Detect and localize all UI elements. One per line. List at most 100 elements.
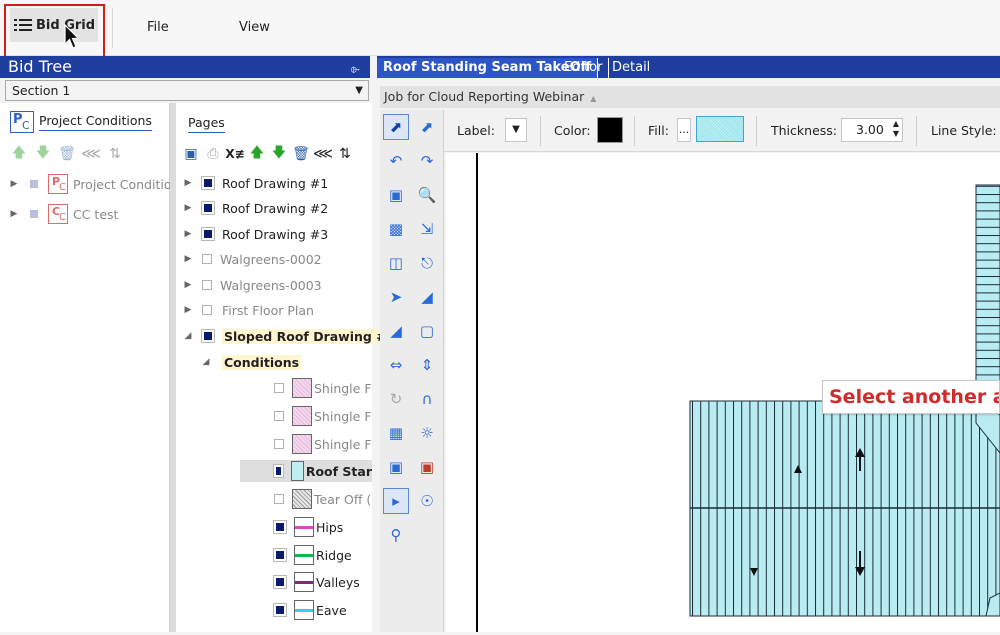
layers-icon[interactable]: ▩ [383, 216, 409, 242]
condition-row[interactable]: Valleys [266, 571, 360, 593]
condition-row[interactable]: Shingle F [266, 405, 372, 427]
fit-page-icon[interactable]: ▣ [383, 182, 409, 208]
list-item[interactable]: ▶ CC CC test [8, 203, 118, 225]
tab-detail[interactable]: Detail [606, 58, 656, 78]
image-icon[interactable]: ▦ [383, 420, 409, 446]
excel-icon[interactable]: X≢ [225, 145, 244, 163]
remove-shape-icon[interactable]: ▣ [414, 454, 440, 480]
color-swatch[interactable] [597, 117, 623, 143]
fill-dots-button[interactable]: ... [677, 118, 691, 142]
condition-row[interactable]: Tear Off ( [266, 488, 371, 510]
page-row-6[interactable]: ▶ First Floor Plan [182, 299, 314, 321]
tab-editor[interactable]: Editor [558, 58, 610, 78]
checkbox[interactable] [273, 603, 287, 617]
delete-icon[interactable]: 🗑 [58, 145, 76, 163]
move-down-icon[interactable]: 🡇 [34, 145, 52, 163]
checkbox[interactable] [202, 305, 212, 315]
condition-row[interactable]: Ridge [266, 544, 352, 566]
insert-point-icon[interactable]: ▸ [383, 488, 409, 514]
condition-row[interactable]: Eave [266, 599, 347, 621]
sort-icon[interactable]: ⇅ [106, 145, 124, 163]
comment-icon[interactable]: ◫ [383, 250, 409, 276]
conditions-node[interactable]: ◢ Conditions [200, 351, 302, 373]
page-row-5[interactable]: ▶ Walgreens-0003 [182, 274, 322, 296]
slope-tool-icon[interactable]: ◢ [383, 318, 409, 344]
pages-header[interactable]: Pages [188, 115, 225, 133]
dropdown-arrow-icon[interactable]: ▲ [590, 94, 596, 103]
page-view-icon[interactable]: ▣ [182, 145, 200, 163]
thickness-stepper[interactable]: 3.00 ▲ ▼ [841, 118, 903, 142]
tree-icon[interactable]: ⋘ [313, 145, 333, 163]
tag-icon[interactable]: ➤ [383, 284, 409, 310]
checkbox[interactable] [274, 439, 284, 449]
globe-icon[interactable]: ☼ [414, 420, 440, 446]
expand-icon[interactable]: ⇲ [414, 216, 440, 242]
checkbox[interactable] [30, 180, 38, 188]
view-menu[interactable]: View [239, 20, 270, 35]
page-row-2[interactable]: ▶ Roof Drawing #2 [182, 197, 329, 219]
add-shape-icon[interactable]: ▣ [383, 454, 409, 480]
checkbox[interactable] [202, 280, 212, 290]
move-up-icon[interactable]: 🡅 [10, 145, 28, 163]
checkbox[interactable] [274, 411, 284, 421]
checkbox[interactable] [273, 464, 284, 478]
stepper-arrows-icon[interactable]: ▲ ▼ [893, 119, 899, 139]
nodes-icon[interactable]: ☉ [414, 488, 440, 514]
condition-row[interactable]: Hips [266, 516, 343, 538]
expand-icon[interactable]: ▶ [182, 178, 194, 188]
list-item[interactable]: ▶ PC Project Conditio [8, 173, 171, 195]
rectangle-tool-icon[interactable]: ▢ [414, 318, 440, 344]
checkbox[interactable] [274, 494, 284, 504]
expand-icon[interactable]: ▶ [182, 254, 194, 264]
condition-row[interactable]: Shingle F [266, 377, 372, 399]
expand-icon[interactable]: ▶ [8, 179, 20, 189]
condition-row[interactable]: Shingle F [266, 433, 372, 455]
split-vertical-icon[interactable]: ⇕ [414, 352, 440, 378]
rotate-icon[interactable]: ↻ [383, 386, 409, 412]
label-dropdown[interactable]: ▼ [505, 118, 527, 142]
section-dropdown[interactable]: Section 1 ▼ [5, 80, 369, 101]
area-tool-icon[interactable]: ◢ [414, 284, 440, 310]
zoom-icon[interactable]: 🔍 [414, 182, 440, 208]
checkbox[interactable] [30, 210, 38, 218]
checkbox[interactable] [201, 201, 215, 215]
expand-icon[interactable]: ▶ [182, 229, 194, 239]
print-icon[interactable]: ⎙ [204, 145, 222, 163]
split-horizontal-icon[interactable]: ⇔ [383, 352, 409, 378]
expand-icon[interactable]: ▶ [8, 209, 20, 219]
pin-icon[interactable]: ⌱ [351, 58, 360, 80]
move-down-icon[interactable]: 🡇 [270, 145, 288, 163]
collapse-icon[interactable]: ◢ [182, 331, 194, 341]
tree-icon[interactable]: ⋘ [81, 145, 101, 163]
select-node-icon[interactable]: ⬈ [414, 114, 440, 140]
delete-icon[interactable]: 🗑 [292, 145, 310, 163]
arc-tool-icon[interactable]: ∩ [414, 386, 440, 412]
checkbox[interactable] [274, 383, 284, 393]
page-row-1[interactable]: ▶ Roof Drawing #1 [182, 172, 329, 194]
select-arrow-icon[interactable]: ⬈ [383, 114, 409, 140]
page-row-4[interactable]: ▶ Walgreens-0002 [182, 248, 322, 270]
condition-row-selected[interactable]: Roof Star [240, 460, 372, 482]
checkbox[interactable] [273, 548, 287, 562]
search-icon[interactable]: ⚲ [383, 522, 409, 548]
checkbox[interactable] [273, 575, 287, 589]
checkbox[interactable] [201, 176, 215, 190]
expand-icon[interactable]: ▶ [182, 280, 194, 290]
page-row-7[interactable]: ◢ Sloped Roof Drawing # [182, 325, 389, 347]
checkbox[interactable] [201, 227, 215, 241]
collapse-icon[interactable]: ◢ [200, 357, 212, 367]
redo-icon[interactable]: ↷ [414, 148, 440, 174]
fill-swatch[interactable] [696, 116, 744, 142]
stamp-icon[interactable]: ⎋ [414, 250, 440, 276]
page-row-3[interactable]: ▶ Roof Drawing #3 [182, 223, 329, 245]
project-conditions-header[interactable]: PC Project Conditions [10, 111, 152, 133]
checkbox[interactable] [202, 254, 212, 264]
undo-icon[interactable]: ↶ [383, 148, 409, 174]
file-menu[interactable]: File [147, 20, 169, 35]
expand-icon[interactable]: ▶ [182, 203, 194, 213]
checkbox[interactable] [201, 329, 215, 343]
checkbox[interactable] [273, 520, 287, 534]
move-up-icon[interactable]: 🡅 [248, 145, 266, 163]
sort-icon[interactable]: ⇅ [336, 145, 354, 163]
expand-icon[interactable]: ▶ [182, 305, 194, 315]
